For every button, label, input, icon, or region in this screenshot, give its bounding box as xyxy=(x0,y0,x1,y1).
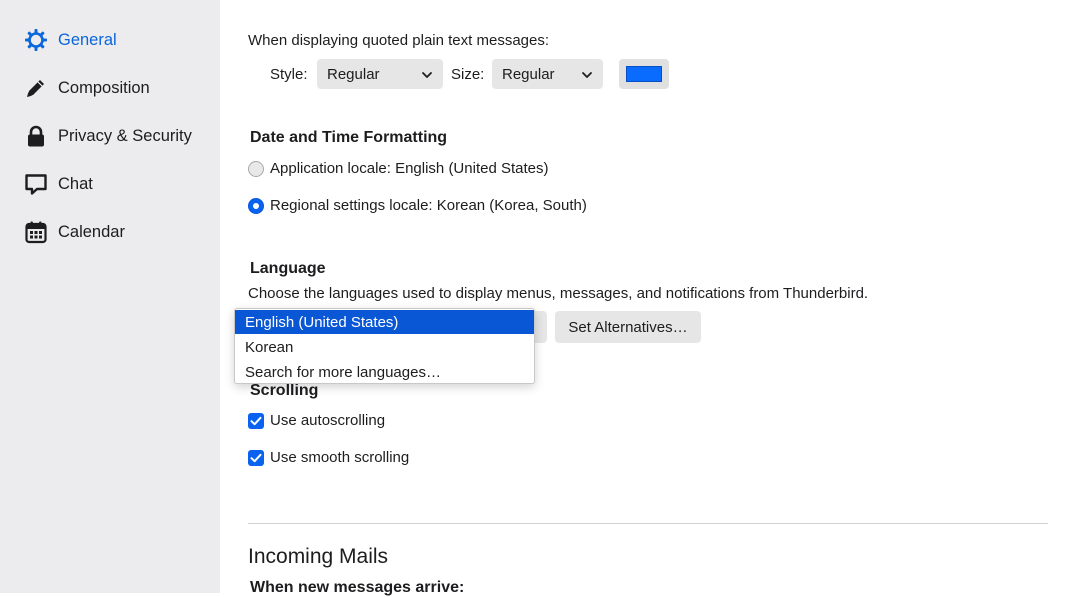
size-select[interactable]: Regular xyxy=(492,59,603,89)
language-option-search-more[interactable]: Search for more languages… xyxy=(235,360,534,383)
section-divider xyxy=(248,523,1048,524)
chevron-down-icon xyxy=(421,68,433,85)
language-description: Choose the languages used to display men… xyxy=(248,285,869,302)
checkmark-icon xyxy=(250,453,262,463)
calendar-icon xyxy=(24,220,48,244)
lock-icon xyxy=(24,124,48,148)
chat-bubble-icon xyxy=(24,172,48,196)
sidebar: General Composition Privacy & Security C… xyxy=(0,0,220,593)
sidebar-item-label: Calendar xyxy=(58,222,125,241)
quoted-text-label: When displaying quoted plain text messag… xyxy=(248,32,550,49)
preferences-content: When displaying quoted plain text messag… xyxy=(220,0,1069,596)
size-label: Size: xyxy=(451,66,485,83)
autoscroll-label: Use autoscrolling xyxy=(270,412,386,429)
checkmark-icon xyxy=(250,416,262,426)
language-option-korean[interactable]: Korean xyxy=(235,335,534,359)
smooth-scrolling-checkbox[interactable] xyxy=(248,450,264,466)
size-select-value: Regular xyxy=(502,65,555,83)
datetime-heading: Date and Time Formatting xyxy=(250,129,448,146)
sidebar-item-general[interactable]: General xyxy=(24,24,214,56)
smooth-scrolling-label: Use smooth scrolling xyxy=(270,449,410,466)
regional-locale-radio[interactable] xyxy=(248,198,264,214)
sidebar-item-privacy-security[interactable]: Privacy & Security xyxy=(24,120,214,152)
chevron-down-icon xyxy=(581,68,593,85)
app-locale-label: Application locale: English (United Stat… xyxy=(270,160,549,177)
set-alternatives-button[interactable]: Set Alternatives… xyxy=(555,311,701,343)
sidebar-item-label: Chat xyxy=(58,174,93,193)
app-locale-radio[interactable] xyxy=(248,161,264,177)
sidebar-item-label: General xyxy=(58,30,117,49)
gear-icon xyxy=(24,28,48,52)
quote-color-button[interactable] xyxy=(619,59,669,89)
language-heading: Language xyxy=(250,260,326,277)
language-dropdown: English (United States) Korean Search fo… xyxy=(234,308,535,384)
pencil-icon xyxy=(24,76,48,100)
color-swatch xyxy=(626,66,662,82)
style-select[interactable]: Regular xyxy=(317,59,443,89)
sidebar-item-calendar[interactable]: Calendar xyxy=(24,216,214,248)
style-select-value: Regular xyxy=(327,65,380,83)
language-option-english-us[interactable]: English (United States) xyxy=(235,310,534,334)
incoming-mails-title: Incoming Mails xyxy=(248,545,389,568)
style-label: Style: xyxy=(270,66,308,83)
autoscroll-checkbox[interactable] xyxy=(248,413,264,429)
sidebar-item-composition[interactable]: Composition xyxy=(24,72,214,104)
new-messages-heading: When new messages arrive: xyxy=(250,579,465,596)
scrolling-heading: Scrolling xyxy=(250,382,319,399)
sidebar-item-chat[interactable]: Chat xyxy=(24,168,214,200)
sidebar-item-label: Privacy & Security xyxy=(58,126,192,145)
regional-locale-label: Regional settings locale: Korean (Korea,… xyxy=(270,197,587,214)
sidebar-item-label: Composition xyxy=(58,78,150,97)
